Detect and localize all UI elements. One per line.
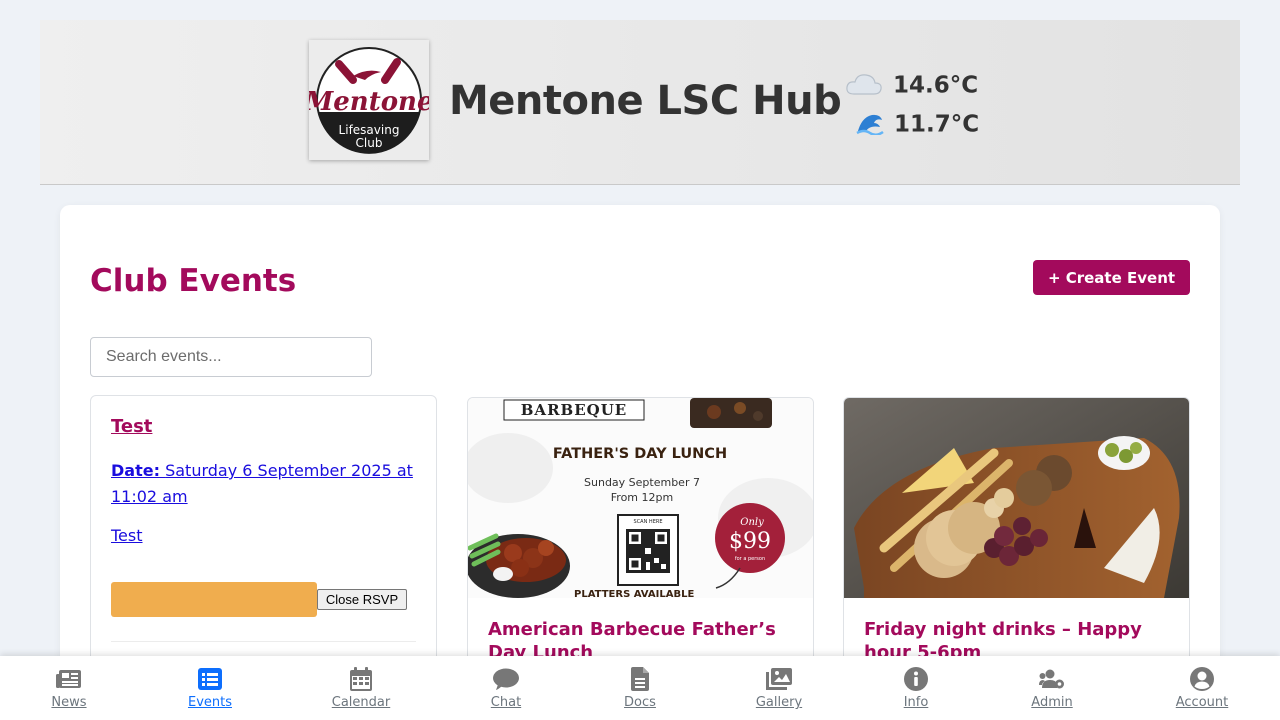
event-date[interactable]: Date: Saturday 6 September 2025 at 11:02… xyxy=(111,458,416,510)
images-icon xyxy=(766,667,792,691)
air-temperature: 14.6°C xyxy=(845,70,978,102)
event-description[interactable]: Test xyxy=(111,526,143,545)
water-temp-value: 11.7°C xyxy=(894,111,980,138)
users-cog-icon xyxy=(1039,667,1065,691)
svg-text:PLATTERS AVAILABLE: PLATTERS AVAILABLE xyxy=(574,589,694,598)
svg-text:SCAN HERE: SCAN HERE xyxy=(634,519,663,525)
nav-label: Admin xyxy=(1031,695,1073,710)
club-logo[interactable]: Mentone Lifesaving Club xyxy=(309,40,429,160)
nav-gallery[interactable]: Gallery xyxy=(729,656,829,720)
club-logo-graphic: Mentone Lifesaving Club xyxy=(309,47,429,154)
nav-events[interactable]: Events xyxy=(160,656,260,720)
nav-label: Calendar xyxy=(331,695,391,710)
event-title-link[interactable]: Test xyxy=(111,416,152,437)
event-card[interactable]: Friday night drinks – Happy hour 5-6pm xyxy=(843,397,1190,697)
nav-account[interactable]: Account xyxy=(1152,656,1252,720)
nav-label: Docs xyxy=(624,695,656,710)
wave-icon xyxy=(856,109,884,141)
svg-text:Only: Only xyxy=(740,517,764,528)
event-date-label: Date: xyxy=(111,461,160,480)
site-header: Mentone Lifesaving Club Mentone LSC Hub … xyxy=(40,20,1240,185)
event-card[interactable]: BARBEQUE FATHER'S DAY LUNCH Sunday Septe… xyxy=(467,397,814,697)
divider xyxy=(111,641,416,642)
nav-chat[interactable]: Chat xyxy=(456,656,556,720)
svg-text:$99: $99 xyxy=(729,529,771,554)
svg-text:Lifesaving: Lifesaving xyxy=(339,123,400,137)
chat-icon xyxy=(493,667,519,691)
create-event-button[interactable]: + Create Event xyxy=(1033,260,1190,295)
nav-label: Account xyxy=(1175,695,1229,710)
info-icon xyxy=(904,667,928,691)
svg-text:Sunday September 7: Sunday September 7 xyxy=(584,476,700,489)
event-image[interactable] xyxy=(844,398,1189,598)
list-icon xyxy=(198,667,222,691)
user-circle-icon xyxy=(1190,667,1214,691)
newspaper-icon xyxy=(56,667,82,691)
svg-text:Club: Club xyxy=(356,136,383,150)
nav-calendar[interactable]: Calendar xyxy=(311,656,411,720)
bottom-nav: News Events Calendar Chat Docs Gallery I… xyxy=(0,656,1280,720)
cloud-icon xyxy=(845,70,883,102)
svg-text:From 12pm: From 12pm xyxy=(611,491,673,504)
close-rsvp-button[interactable]: Close RSVP xyxy=(317,589,407,610)
nav-news[interactable]: News xyxy=(19,656,119,720)
air-temp-value: 14.6°C xyxy=(893,72,979,99)
svg-text:BARBEQUE: BARBEQUE xyxy=(521,401,627,419)
search-input[interactable] xyxy=(90,337,372,377)
nav-admin[interactable]: Admin xyxy=(1002,656,1102,720)
page-title: Club Events xyxy=(90,263,297,299)
nav-label: Info xyxy=(903,695,929,710)
nav-label: Gallery xyxy=(755,695,803,710)
calendar-icon xyxy=(350,667,372,691)
event-image[interactable]: BARBEQUE FATHER'S DAY LUNCH Sunday Septe… xyxy=(468,398,813,598)
site-title: Mentone LSC Hub xyxy=(449,78,842,124)
nav-label: News xyxy=(51,695,87,710)
svg-text:FATHER'S DAY LUNCH: FATHER'S DAY LUNCH xyxy=(553,446,727,462)
events-panel: Club Events + Create Event Test Date: Sa… xyxy=(60,205,1220,697)
svg-text:Mentone: Mentone xyxy=(309,87,429,117)
event-card: Test Date: Saturday 6 September 2025 at … xyxy=(90,395,437,695)
nav-label: Events xyxy=(187,695,232,710)
water-temperature: 11.7°C xyxy=(856,109,979,141)
rsvp-button[interactable] xyxy=(111,582,317,617)
nav-docs[interactable]: Docs xyxy=(590,656,690,720)
svg-text:for a person: for a person xyxy=(735,556,765,562)
nav-info[interactable]: Info xyxy=(866,656,966,720)
nav-label: Chat xyxy=(490,695,522,710)
document-icon xyxy=(631,667,649,691)
